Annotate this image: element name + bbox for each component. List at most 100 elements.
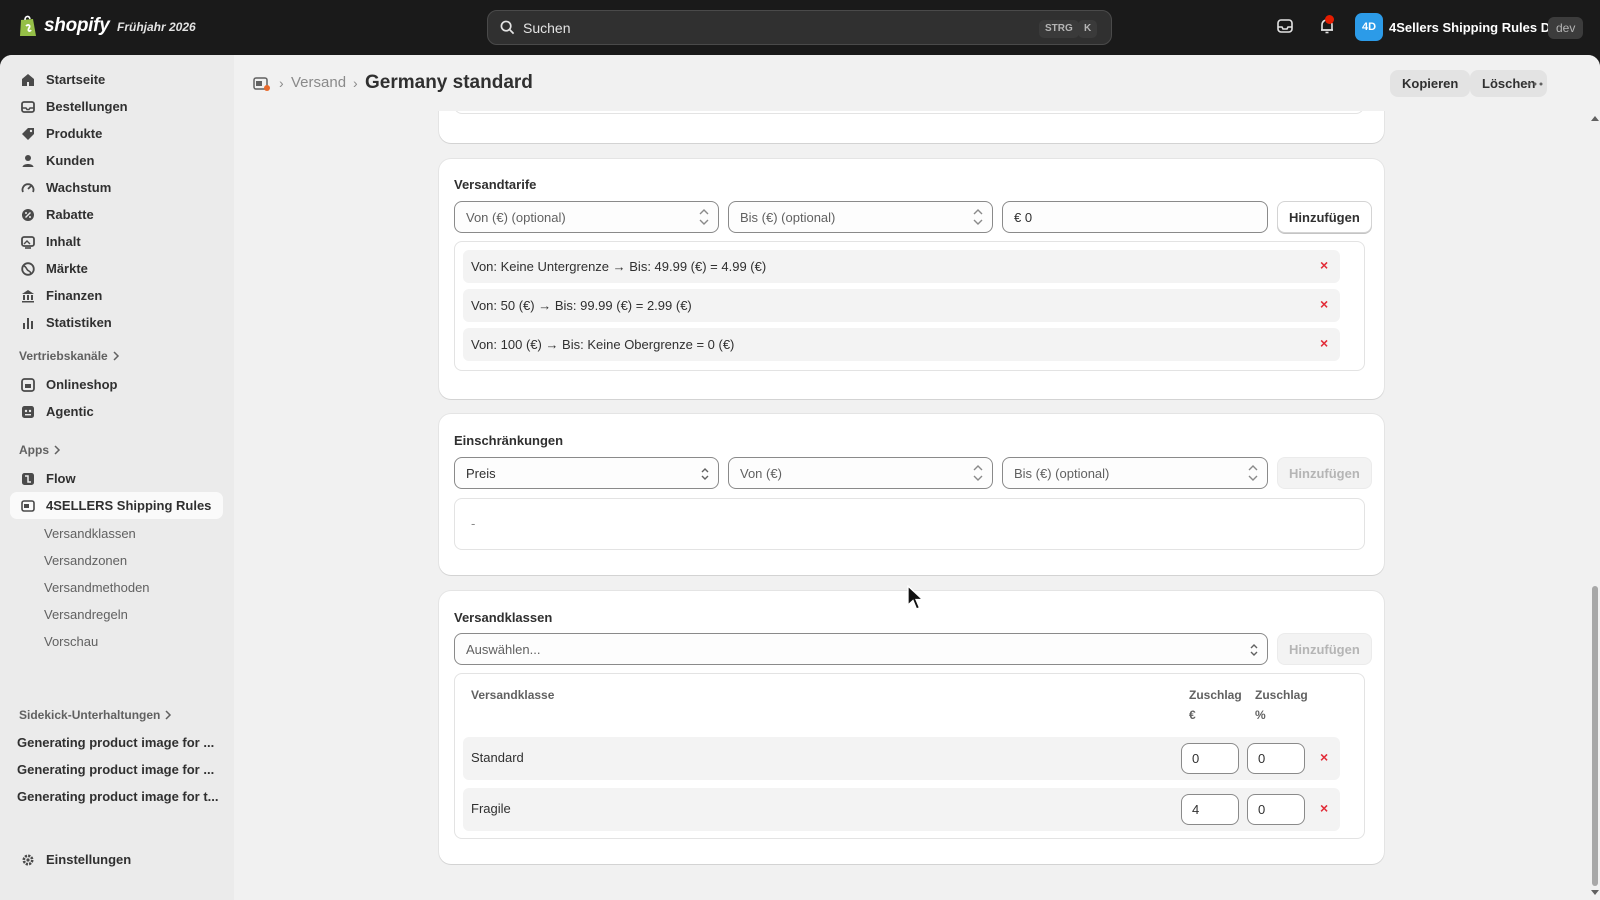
sidebar-subitem-shipping-classes[interactable]: Versandklassen	[44, 521, 136, 545]
sidebar-item-label: Statistiken	[46, 315, 112, 330]
sidekick-section[interactable]: Sidekick-Unterhaltungen	[19, 708, 172, 722]
sidebar-item-label: Flow	[46, 471, 76, 486]
env-badge: dev	[1548, 17, 1584, 39]
store-name: 4Sellers Shipping Rules D...	[1389, 19, 1561, 35]
rate-from-input[interactable]: Von (€) (optional)	[454, 201, 719, 233]
sidebar-subitem-shipping-rules[interactable]: Versandregeln	[44, 602, 128, 626]
card-title: Einschränkungen	[454, 433, 564, 448]
shipping-class-select[interactable]: Auswählen...	[454, 633, 1268, 665]
sidebar-item-markets[interactable]: Märkte	[10, 255, 223, 282]
discount-icon	[20, 207, 36, 223]
shipping-classes-table: Versandklasse Zuschlag € Zuschlag % Stan…	[454, 673, 1365, 839]
app-icon	[20, 498, 36, 514]
agent-icon	[20, 404, 36, 420]
sidebar-item-customers[interactable]: Kunden	[10, 147, 223, 174]
sidebar-item-discounts[interactable]: Rabatte	[10, 201, 223, 228]
select-placeholder: Auswählen...	[466, 641, 541, 657]
remove-rate-button[interactable]: ×	[1320, 296, 1328, 312]
sidekick-chat-item[interactable]: Generating product image for ...	[17, 731, 222, 753]
orders-icon	[20, 99, 36, 115]
sidebar-item-onlineshop[interactable]: Onlineshop	[10, 371, 223, 398]
add-shipping-class-button[interactable]: Hinzufügen	[1277, 633, 1372, 665]
page-header: › Versand › Germany standard Kopieren Lö…	[234, 55, 1600, 111]
sales-channels-section[interactable]: Vertriebskanäle	[19, 349, 120, 363]
main-content: Versandtarife Von (€) (optional) Bis (€)…	[234, 111, 1600, 900]
sidebar-item-settings[interactable]: Einstellungen	[10, 846, 223, 873]
remove-rate-button[interactable]: ×	[1320, 257, 1328, 273]
sidebar-subitem-shipping-methods[interactable]: Versandmethoden	[44, 575, 150, 599]
store-avatar: 4D	[1355, 13, 1383, 41]
sidebar-subitem-preview[interactable]: Vorschau	[44, 629, 98, 653]
sidebar-item-orders[interactable]: Bestellungen	[10, 93, 223, 120]
field-value: € 0	[1014, 209, 1033, 225]
shopify-bag-icon	[20, 15, 36, 36]
sidebar-item-label: Inhalt	[46, 234, 81, 249]
restriction-to-input[interactable]: Bis (€) (optional)	[1002, 457, 1268, 489]
chevron-right-icon	[113, 351, 119, 361]
sidebar-item-content[interactable]: Inhalt	[10, 228, 223, 255]
sidebar-item-shipping-rules-app[interactable]: 4SELLERS Shipping Rules	[10, 492, 223, 519]
restriction-type-select[interactable]: Preis	[454, 457, 719, 489]
sidebar-item-products[interactable]: Produkte	[10, 120, 223, 147]
section-label: Vertriebskanäle	[19, 349, 108, 363]
previous-card	[439, 111, 1384, 143]
class-name: Standard	[471, 750, 524, 765]
select-chevron-icon	[701, 468, 709, 480]
more-actions-icon[interactable]	[1526, 75, 1544, 93]
empty-state-text: -	[471, 516, 476, 531]
tag-icon	[20, 126, 36, 142]
add-rate-button[interactable]: Hinzufügen	[1277, 201, 1372, 233]
search-input[interactable]: Suchen STRG K	[487, 10, 1112, 45]
sidebar-item-analytics[interactable]: Statistiken	[10, 309, 223, 336]
scroll-down-icon[interactable]	[1590, 889, 1600, 897]
sidebar-item-agentic[interactable]: Agentic	[10, 398, 223, 425]
rate-price-input[interactable]: € 0	[1002, 201, 1268, 233]
surcharge-eur-input[interactable]: 4	[1181, 794, 1239, 825]
sidebar-item-label: Startseite	[46, 72, 106, 87]
sidebar-item-finance[interactable]: Finanzen	[10, 282, 223, 309]
sidebar-item-flow[interactable]: Flow	[10, 465, 223, 492]
restriction-from-input[interactable]: Von (€)	[728, 457, 993, 489]
scrollbar-thumb[interactable]	[1592, 586, 1598, 886]
rate-to-input[interactable]: Bis (€) (optional)	[728, 201, 993, 233]
stepper-icon[interactable]	[1247, 462, 1259, 484]
sidebar-item-label: Onlineshop	[46, 377, 118, 392]
store-menu-button[interactable]: 4D 4Sellers Shipping Rules D...	[1355, 13, 1561, 41]
stepper-icon[interactable]	[972, 206, 984, 228]
sidebar-item-label: Bestellungen	[46, 99, 128, 114]
inbox-icon[interactable]	[1276, 17, 1294, 35]
restrictions-list: -	[454, 498, 1365, 550]
add-restriction-button[interactable]: Hinzufügen	[1277, 457, 1372, 489]
column-header-surcharge-eur: Zuschlag	[1189, 688, 1242, 702]
sidebar-item-home[interactable]: Startseite	[10, 66, 223, 93]
apps-section[interactable]: Apps	[19, 443, 61, 457]
field-placeholder: Bis (€) (optional)	[740, 209, 836, 225]
stepper-icon[interactable]	[698, 206, 710, 228]
scroll-up-icon[interactable]	[1590, 114, 1600, 122]
surcharge-pct-input[interactable]: 0	[1247, 743, 1305, 774]
sidekick-chat-item[interactable]: Generating product image for ...	[17, 758, 222, 780]
sidebar-item-label: Agentic	[46, 404, 94, 419]
stepper-icon[interactable]	[972, 462, 984, 484]
store-icon	[20, 377, 36, 393]
copy-button[interactable]: Kopieren	[1390, 70, 1471, 97]
sidebar-item-growth[interactable]: Wachstum	[10, 174, 223, 201]
breadcrumb-link[interactable]: Versand	[291, 74, 346, 91]
rates-list: Von: Keine Untergrenze → Bis: 49.99 (€) …	[454, 241, 1365, 371]
card-title: Versandklassen	[454, 610, 553, 625]
top-bar: shopify Frühjahr 2026 Suchen STRG K 4D 4…	[0, 0, 1600, 55]
sidebar-item-label: Wachstum	[46, 180, 112, 195]
app-icon	[253, 77, 270, 91]
page-title: Germany standard	[365, 72, 533, 93]
sidebar-item-label: Rabatte	[46, 207, 94, 222]
surcharge-eur-input[interactable]: 0	[1181, 743, 1239, 774]
rate-row-text: Von: Keine Untergrenze → Bis: 49.99 (€) …	[471, 259, 767, 274]
surcharge-pct-input[interactable]: 0	[1247, 794, 1305, 825]
breadcrumb-app-icon[interactable]	[250, 72, 274, 96]
remove-rate-button[interactable]: ×	[1320, 335, 1328, 351]
remove-class-button[interactable]: ×	[1320, 749, 1328, 765]
shopify-logo[interactable]: shopify	[18, 14, 110, 38]
remove-class-button[interactable]: ×	[1320, 800, 1328, 816]
sidebar-subitem-shipping-zones[interactable]: Versandzonen	[44, 548, 127, 572]
sidekick-chat-item[interactable]: Generating product image for t...	[17, 785, 222, 807]
